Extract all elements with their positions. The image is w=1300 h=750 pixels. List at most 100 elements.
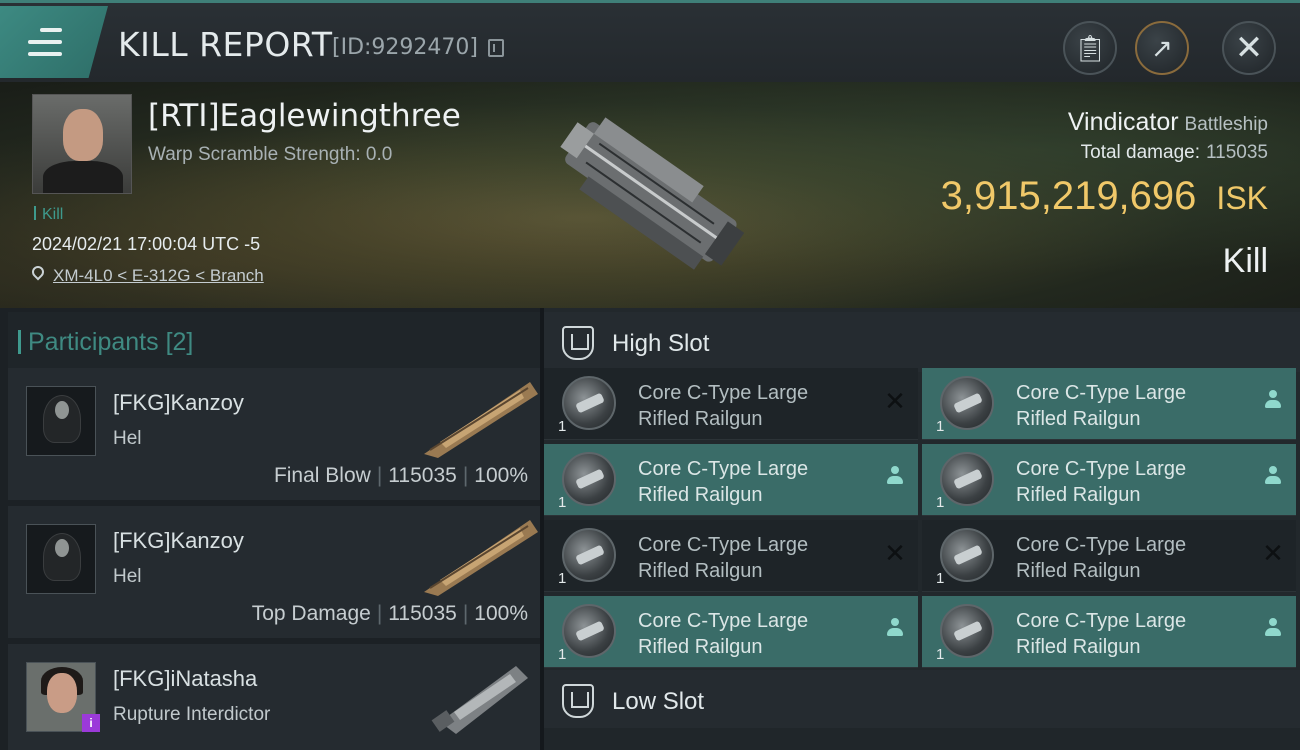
module-item[interactable]: 1 Core C-Type Large Rifled Railgun <box>922 444 1296 516</box>
participants-count: [2] <box>165 328 194 356</box>
participants-panel: Participants [2] [FKG]Kanzoy Hel Final B… <box>0 308 540 750</box>
module-name: Core C-Type Large Rifled Railgun <box>638 610 809 658</box>
participant-name: [FKG]Kanzoy <box>113 528 244 553</box>
railgun-icon <box>562 452 616 506</box>
module-item[interactable]: 1 Core C-Type Large Rifled Railgun ✕ <box>544 520 918 592</box>
kill-location-link[interactable]: XM-4L0 < E-312G < Branch <box>53 266 264 286</box>
clipboard-button[interactable]: 📋︎ <box>1063 21 1117 75</box>
participant-card[interactable]: [FKG]Kanzoy Hel Top Damage | 115035 | 100% <box>8 506 540 638</box>
module-name: Core C-Type Large Rifled Railgun <box>638 382 809 430</box>
participant-ship: Hel <box>113 566 142 587</box>
participant-percent: 100% <box>474 464 528 487</box>
kill-datetime: 2024/02/21 17:00:04 UTC -5 <box>32 234 261 254</box>
low-slot-list[interactable] <box>544 728 1300 750</box>
victim-name[interactable]: [RTI]Eaglewingthree <box>148 98 461 134</box>
module-quantity: 1 <box>558 646 567 663</box>
participant-avatar <box>26 386 96 456</box>
railgun-icon <box>940 604 994 658</box>
participant-avatar <box>26 524 96 594</box>
participants-title: Participants [2] <box>17 328 194 356</box>
participant-card[interactable]: [FKG]Kanzoy Hel Final Blow | 115035 | 100% <box>8 368 540 500</box>
dropped-person-icon <box>1262 390 1284 412</box>
participant-role: Top Damage <box>251 602 371 625</box>
module-quantity: 1 <box>558 570 567 587</box>
participant-ship-image <box>424 520 538 596</box>
participant-ship: Hel <box>113 428 142 449</box>
total-damage-value: 115035 <box>1206 142 1268 163</box>
dropped-person-icon <box>884 618 906 640</box>
victim-ship-image <box>560 117 745 270</box>
low-slot-title: Low Slot <box>612 688 705 715</box>
result-label: Kill <box>1222 242 1268 280</box>
module-name: Core C-Type Large Rifled Railgun <box>638 534 809 582</box>
participant-stats: Final Blow | 115035 | 100% <box>273 464 528 487</box>
module-item[interactable]: 1 Core C-Type Large Rifled Railgun ✕ <box>922 520 1296 592</box>
railgun-icon <box>940 452 994 506</box>
module-quantity: 1 <box>936 646 945 663</box>
destroyed-icon: ✕ <box>1262 538 1284 568</box>
victim-banner: [RTI]Eaglewingthree Warp Scramble Streng… <box>0 82 1300 308</box>
destroyed-icon: ✕ <box>884 386 906 416</box>
railgun-icon <box>562 604 616 658</box>
clipboard-icon: 📋︎ <box>1073 32 1107 63</box>
high-slot-header: High Slot <box>544 312 1300 372</box>
total-damage-label: Total damage: <box>1080 142 1200 163</box>
participant-role: Final Blow <box>273 464 371 487</box>
participant-damage: 115035 <box>388 602 457 625</box>
fitting-panel: High Slot 1 Core C-Type Large Rifled Rail… <box>544 308 1300 750</box>
destroyed-icon: ✕ <box>884 538 906 568</box>
low-slot-icon <box>562 684 594 718</box>
isk-value: 3,915,219,696 ISK <box>941 174 1268 219</box>
module-quantity: 1 <box>936 570 945 587</box>
ship-name: Vindicator <box>1067 108 1179 136</box>
copy-icon[interactable] <box>488 39 504 57</box>
kill-tag: Kill <box>34 206 63 224</box>
participant-stats: Top Damage | 115035 | 100% <box>251 602 528 625</box>
info-badge-icon: i <box>82 714 100 732</box>
close-button[interactable]: ✕ <box>1222 21 1276 75</box>
share-icon: ↗ <box>1151 32 1173 63</box>
menu-button[interactable] <box>0 6 108 78</box>
participant-card[interactable]: i [FKG]iNatasha Rupture Interdictor <box>8 644 540 750</box>
participant-ship-image <box>424 382 538 458</box>
high-slot-icon <box>562 326 594 360</box>
participant-ship-image <box>431 666 528 734</box>
participants-header: Participants [2] <box>8 312 540 368</box>
share-button[interactable]: ↗ <box>1135 21 1189 75</box>
module-name: Core C-Type Large Rifled Railgun <box>1016 610 1187 658</box>
warp-scramble-strength: Warp Scramble Strength: 0.0 <box>148 144 393 165</box>
isk-amount: 3,915,219,696 <box>940 174 1197 218</box>
module-quantity: 1 <box>936 418 945 435</box>
low-slot-header: Low Slot <box>544 670 1300 730</box>
participant-ship: Rupture Interdictor <box>113 704 271 725</box>
victim-ship-type[interactable]: Vindicator Battleship <box>1068 108 1268 137</box>
module-item[interactable]: 1 Core C-Type Large Rifled Railgun ✕ <box>544 368 918 440</box>
report-id: [ID:9292470] <box>332 35 478 60</box>
dropped-person-icon <box>1262 618 1284 640</box>
module-quantity: 1 <box>936 494 945 511</box>
module-item[interactable]: 1 Core C-Type Large Rifled Railgun <box>922 596 1296 668</box>
close-icon: ✕ <box>1234 29 1264 67</box>
module-name: Core C-Type Large Rifled Railgun <box>1016 458 1187 506</box>
victim-portrait[interactable] <box>32 94 132 194</box>
module-item[interactable]: 1 Core C-Type Large Rifled Railgun <box>922 368 1296 440</box>
module-quantity: 1 <box>558 494 567 511</box>
module-item[interactable]: 1 Core C-Type Large Rifled Railgun <box>544 444 918 516</box>
railgun-icon <box>562 528 616 582</box>
participant-name: [FKG]iNatasha <box>113 666 258 691</box>
module-quantity: 1 <box>558 418 567 435</box>
high-slot-title: High Slot <box>612 330 710 357</box>
ship-class: Battleship <box>1184 114 1268 135</box>
module-item[interactable]: 1 Core C-Type Large Rifled Railgun <box>544 596 918 668</box>
isk-unit: ISK <box>1216 180 1268 216</box>
railgun-icon <box>940 376 994 430</box>
railgun-icon <box>562 376 616 430</box>
location-pin-icon <box>29 263 47 281</box>
hamburger-icon <box>28 28 62 56</box>
dropped-person-icon <box>1262 466 1284 488</box>
railgun-icon <box>940 528 994 582</box>
total-damage: Total damage: 115035 <box>1081 142 1268 164</box>
module-name: Core C-Type Large Rifled Railgun <box>638 458 809 506</box>
page-title: KILL REPORT <box>118 25 333 64</box>
participant-name: [FKG]Kanzoy <box>113 390 244 415</box>
